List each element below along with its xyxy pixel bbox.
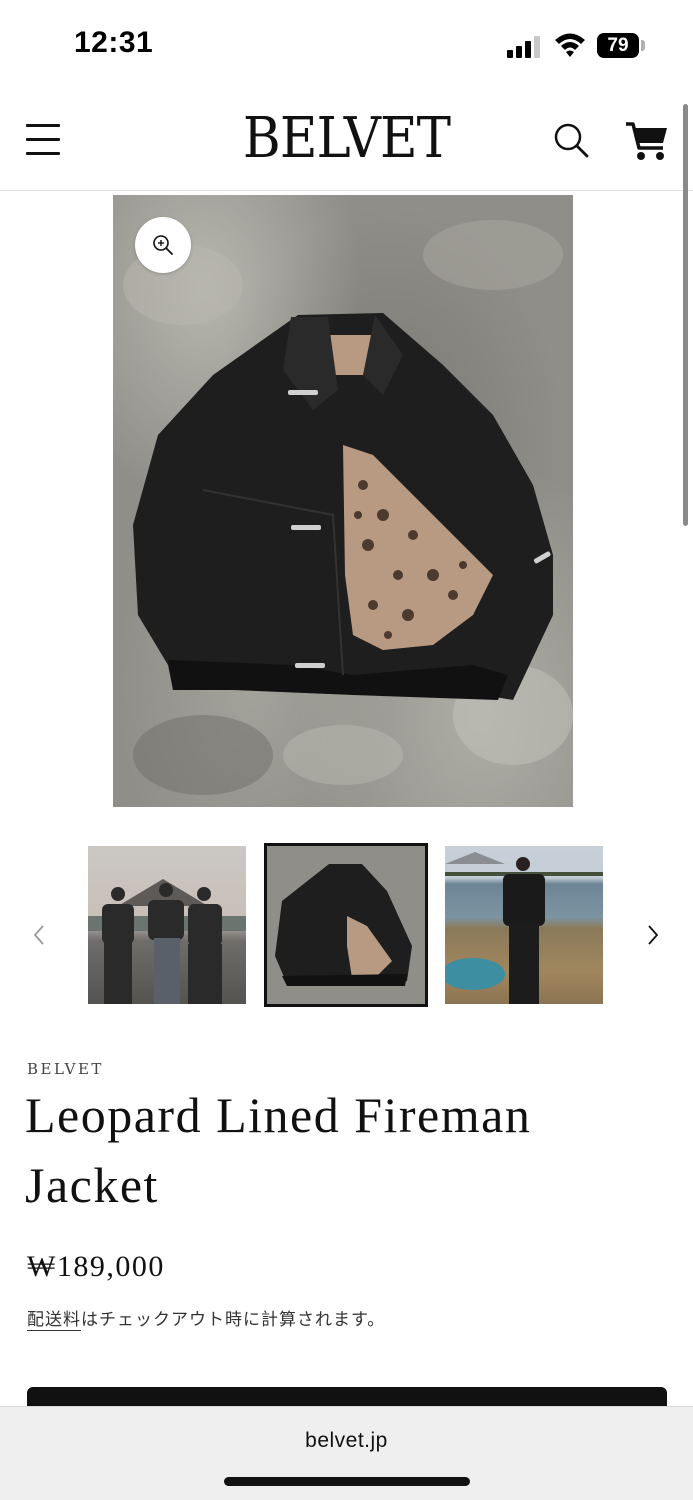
jacket-photo: [123, 220, 573, 795]
thumbnail-3[interactable]: [445, 846, 603, 1004]
status-time: 12:31: [74, 26, 154, 59]
cellular-signal-icon: [507, 36, 543, 58]
thumbnail-2-photo: [275, 864, 412, 986]
status-bar: 12:31 79: [0, 0, 693, 92]
battery-nub: [641, 40, 645, 51]
battery-icon: 79: [597, 33, 639, 58]
site-header: BELVET: [0, 92, 693, 191]
home-indicator[interactable]: [224, 1477, 470, 1486]
url-bar[interactable]: belvet.jp: [0, 1429, 693, 1453]
zoom-in-icon: [153, 235, 173, 255]
browser-bar: belvet.jp: [0, 1406, 693, 1500]
wifi-icon: [555, 33, 585, 57]
page-scrollbar[interactable]: [683, 104, 688, 526]
thumbnail-1[interactable]: [88, 846, 246, 1004]
zoom-button[interactable]: [135, 217, 191, 273]
chevron-right-icon[interactable]: [642, 922, 664, 948]
shipping-note-text: はチェックアウト時に計算されます。: [81, 1310, 386, 1330]
thumbnail-1-photo: [88, 879, 246, 1004]
product-title: Leopard Lined Fireman Jacket: [25, 1087, 532, 1213]
thumbnail-3-photo: [445, 852, 603, 1004]
cart-icon[interactable]: [624, 120, 670, 162]
product-main-image[interactable]: [113, 195, 573, 807]
product-price: ₩189,000: [27, 1250, 165, 1283]
search-icon[interactable]: [551, 120, 591, 160]
product-vendor: BELVET: [27, 1060, 104, 1078]
shipping-note: 配送料はチェックアウト時に計算されます。: [27, 1305, 385, 1330]
thumbnail-2-selected[interactable]: [264, 843, 428, 1007]
chevron-left-icon[interactable]: [28, 922, 50, 948]
shipping-link[interactable]: 配送料: [27, 1310, 81, 1330]
